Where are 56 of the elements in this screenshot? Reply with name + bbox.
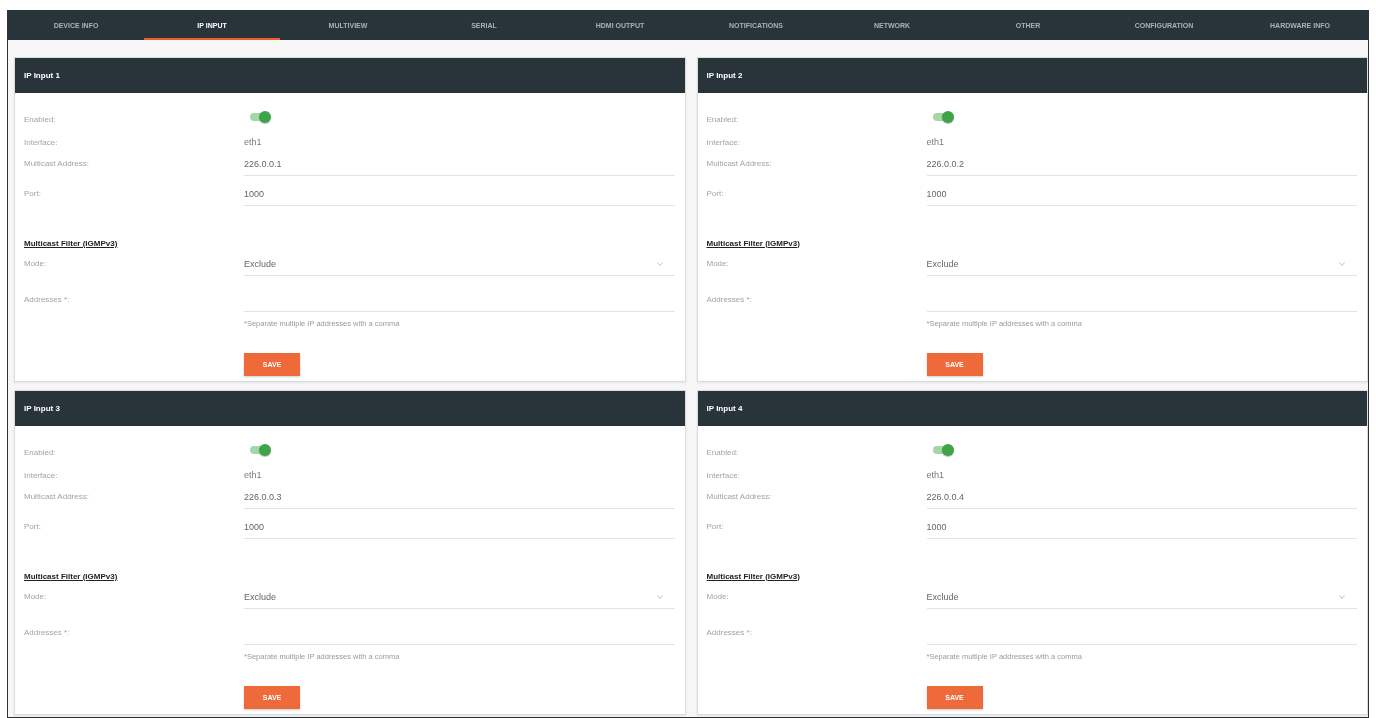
field-label: Port:: [706, 189, 724, 198]
select-field[interactable]: Exclude: [926, 585, 1357, 609]
text-input[interactable]: 1000: [244, 515, 675, 539]
toggle-switch[interactable]: [931, 111, 954, 123]
section-heading: Multicast Filter (IGMPv3): [24, 571, 118, 581]
field-value: eth1: [244, 137, 262, 147]
select-field[interactable]: Exclude: [926, 252, 1357, 276]
field-value: eth1: [244, 470, 262, 480]
field-label: Interface:: [24, 138, 58, 147]
select-field[interactable]: Exclude: [244, 252, 675, 276]
section-heading: Multicast Filter (IGMPv3): [706, 571, 800, 581]
field-label: Mode:: [706, 592, 729, 601]
toggle-switch[interactable]: [931, 444, 954, 456]
field-label: Interface:: [706, 471, 740, 480]
field-label: Port:: [706, 522, 724, 531]
panel-title: IP Input 4: [706, 404, 743, 413]
field-label: Mode:: [706, 259, 729, 268]
field-label: Addresses *:: [706, 295, 752, 304]
field-label: Multicast Address:: [706, 492, 772, 501]
text-input[interactable]: 226.0.0.1: [244, 152, 675, 176]
section-heading: Multicast Filter (IGMPv3): [706, 238, 800, 248]
field-label: Enabled:: [706, 115, 739, 124]
field-label: Addresses *:: [706, 628, 752, 637]
caret-icon: [656, 261, 663, 266]
text-input[interactable]: 226.0.0.2: [926, 152, 1357, 176]
text-input[interactable]: 1000: [926, 515, 1357, 539]
text-input[interactable]: 226.0.0.4: [926, 485, 1357, 509]
field-label: Enabled:: [706, 448, 739, 457]
text-input[interactable]: 1000: [244, 182, 675, 206]
field-label: Addresses *:: [24, 295, 70, 304]
field-label: Interface:: [706, 138, 740, 147]
caret-icon: [656, 594, 663, 599]
field-label: Multicast Address:: [24, 492, 89, 501]
text-input[interactable]: 1000: [926, 182, 1357, 206]
select-field[interactable]: Exclude: [244, 585, 675, 609]
field-label: Multicast Address:: [24, 159, 89, 168]
text-input[interactable]: 226.0.0.3: [244, 485, 675, 509]
panel-title: IP Input 3: [24, 404, 60, 413]
field-label: Multicast Address:: [706, 159, 772, 168]
toggle-switch[interactable]: [249, 111, 271, 123]
panel-title: IP Input 2: [706, 71, 743, 80]
section-heading: Multicast Filter (IGMPv3): [24, 238, 118, 248]
field-label: Enabled:: [24, 448, 56, 457]
field-label: Mode:: [24, 259, 47, 268]
field-value: eth1: [926, 470, 945, 480]
panel-title: IP Input 1: [24, 71, 60, 80]
caret-icon: [1339, 594, 1345, 599]
toggle-switch[interactable]: [249, 444, 271, 456]
field-label: Enabled:: [24, 115, 56, 124]
field-label: Port:: [24, 522, 41, 531]
field-label: Mode:: [24, 592, 47, 601]
field-label: Interface:: [24, 471, 58, 480]
field-value: eth1: [926, 137, 945, 147]
field-label: Addresses *:: [24, 628, 70, 637]
field-label: Port:: [24, 189, 41, 198]
caret-icon: [1339, 261, 1345, 266]
